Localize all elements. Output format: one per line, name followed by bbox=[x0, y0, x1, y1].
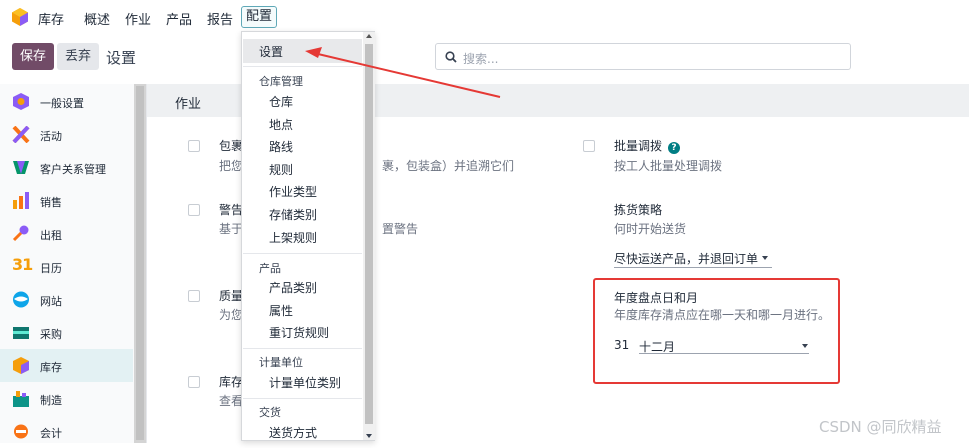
watermark: CSDN @同欣精益 bbox=[819, 418, 942, 436]
annotation-arrow bbox=[305, 47, 501, 98]
